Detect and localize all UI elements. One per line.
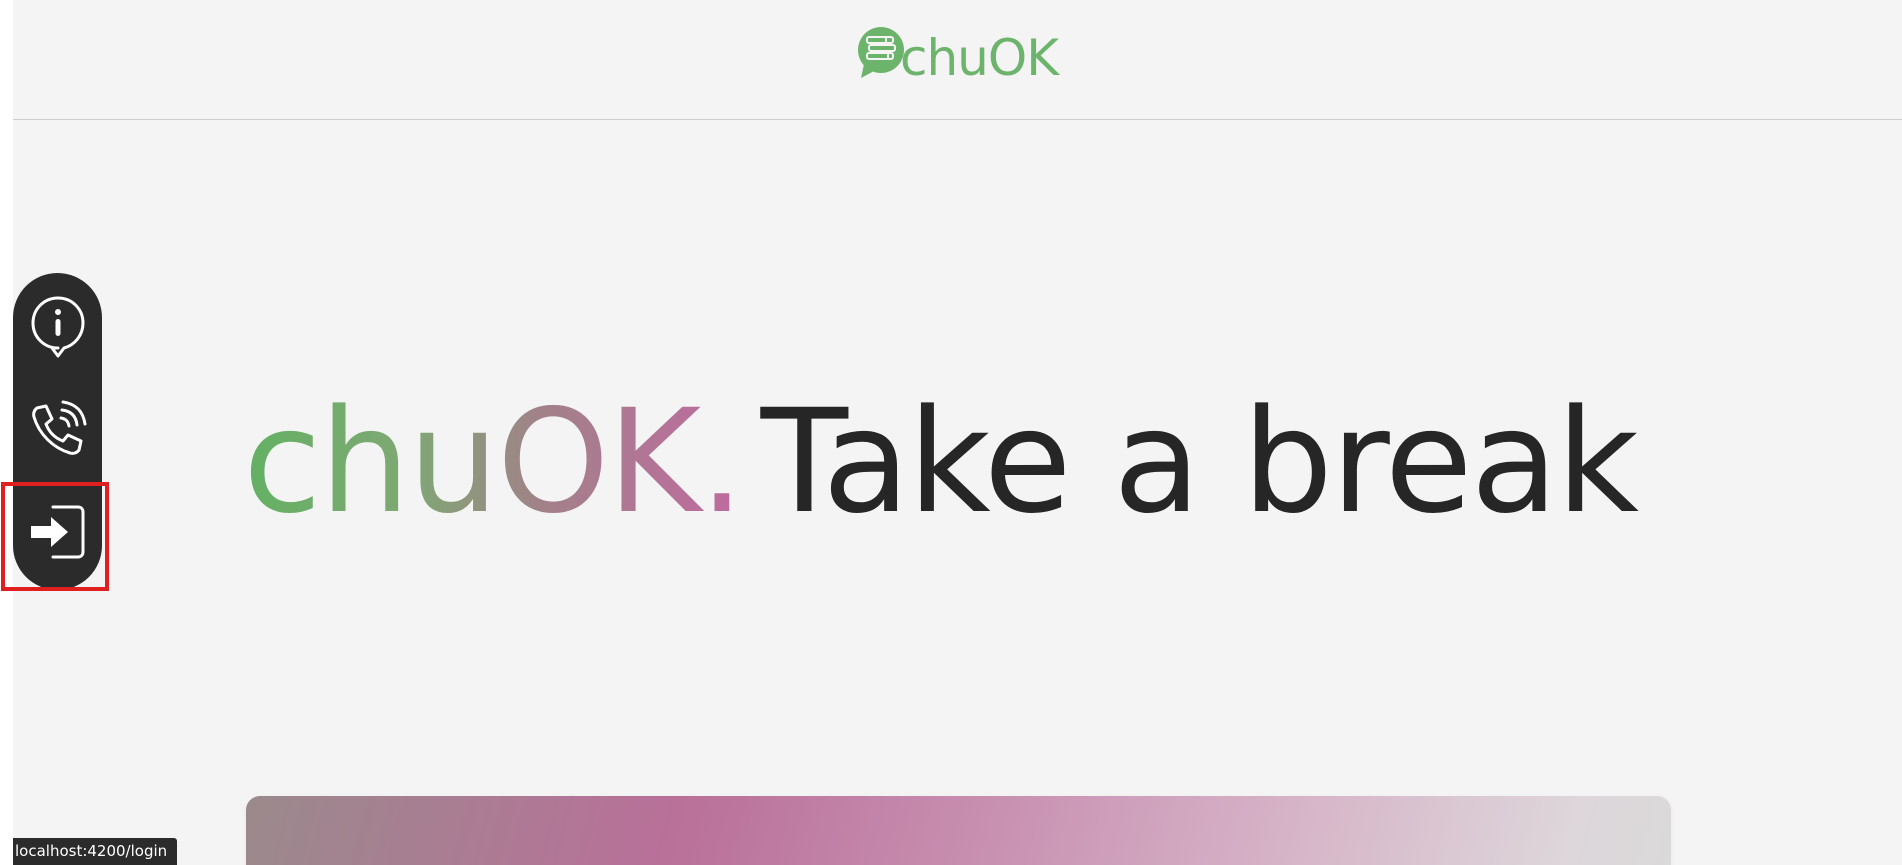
nav-info-button[interactable] [13, 282, 102, 372]
top-header: chuOK [13, 0, 1902, 120]
nav-login-button[interactable] [13, 487, 102, 577]
page: chuOK chuOK. Take a break localhost:4200… [0, 0, 1902, 865]
window-edge [0, 0, 13, 865]
info-bubble-icon [28, 293, 88, 361]
login-icon [28, 502, 88, 562]
side-nav [13, 273, 102, 590]
chat-bubble-books-icon [856, 26, 906, 80]
hero-brand: chuOK. [243, 378, 745, 545]
site-logo[interactable]: chuOK [856, 22, 1059, 87]
phone-call-icon [27, 398, 89, 460]
gradient-banner [246, 796, 1671, 865]
nav-phone-button[interactable] [13, 384, 102, 474]
logo-text: chuOK [900, 29, 1059, 87]
status-bar-url: localhost:4200/login [13, 838, 178, 865]
hero-tagline: Take a break [760, 378, 1639, 545]
hero-heading: chuOK. Take a break [243, 390, 1639, 533]
